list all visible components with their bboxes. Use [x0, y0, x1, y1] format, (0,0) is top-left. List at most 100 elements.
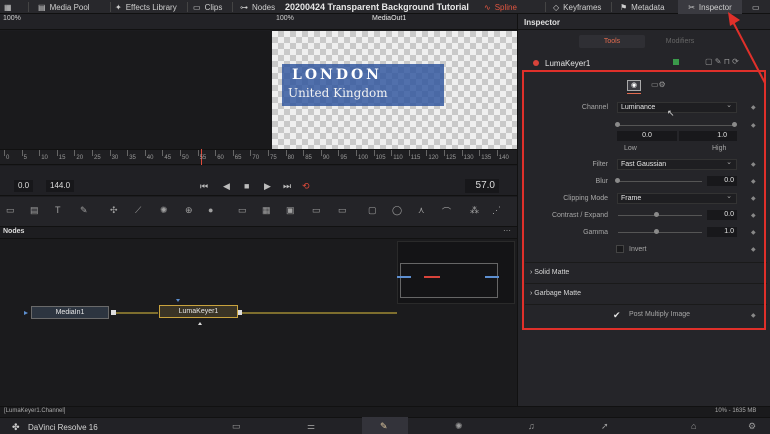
- nodes-button[interactable]: ⊶ Nodes: [240, 0, 275, 14]
- render-start-field[interactable]: 0.0: [14, 180, 34, 192]
- settings-icon[interactable]: ⚙: [748, 421, 756, 432]
- filter-dropdown[interactable]: Fast Gaussian: [617, 158, 737, 170]
- effects-library-button[interactable]: ✦ Effects Library: [115, 0, 177, 14]
- go-to-end-icon[interactable]: ⏭: [283, 181, 291, 192]
- tool-icon[interactable]: ⟋: [135, 205, 141, 216]
- tab-modifiers[interactable]: Modifiers: [647, 35, 713, 48]
- current-frame-field[interactable]: 57.0: [465, 179, 499, 193]
- low-label: Low: [624, 145, 637, 152]
- tool-icon[interactable]: ⋰: [492, 205, 501, 216]
- play-icon[interactable]: ▶: [264, 181, 271, 192]
- ruler-tick-label: 75: [270, 155, 277, 161]
- tool-icon[interactable]: ▭: [312, 205, 321, 216]
- fairlight-page-icon[interactable]: ♫: [528, 421, 535, 431]
- fusion-page-icon[interactable]: ✎: [380, 421, 388, 432]
- node-color-icon[interactable]: [673, 59, 679, 65]
- tool-icon[interactable]: ▦: [262, 205, 271, 216]
- tool-icon[interactable]: ▭: [238, 205, 247, 216]
- solid-matte-section[interactable]: › Solid Matte: [525, 262, 767, 282]
- gamma-knob[interactable]: [654, 229, 659, 234]
- high-value-field[interactable]: 1.0: [679, 131, 737, 141]
- range-high-knob[interactable]: [732, 122, 737, 127]
- cut-page-icon[interactable]: ⚌: [307, 421, 315, 432]
- gamma-keyframe-icon[interactable]: ◆: [751, 229, 756, 236]
- tool-icon[interactable]: ▣: [286, 205, 295, 216]
- filter-keyframe-icon[interactable]: ◆: [751, 161, 756, 168]
- render-end-field[interactable]: 144.0: [46, 180, 75, 192]
- tool-icon[interactable]: ▭: [338, 205, 347, 216]
- invert-checkbox[interactable]: [616, 245, 624, 253]
- stop-icon[interactable]: ■: [244, 181, 249, 191]
- settings-tab-icon[interactable]: ▭⚙: [651, 80, 666, 89]
- spline-button[interactable]: ∿ Spline: [484, 0, 517, 14]
- go-to-start-icon[interactable]: ⏮: [200, 181, 208, 192]
- ruler-tick-label: 130: [463, 155, 474, 161]
- media-pool-button[interactable]: ▤ Media Pool: [38, 0, 90, 14]
- tool-icon[interactable]: T: [55, 205, 61, 215]
- tool-icon[interactable]: ◯: [392, 205, 402, 216]
- clips-button[interactable]: ▭ Clips: [193, 0, 222, 14]
- blur-value-field[interactable]: 0.0: [707, 176, 737, 186]
- status-left-text: [LumaKeyer1.Channel]: [4, 408, 66, 414]
- post-multiply-check-icon[interactable]: ✔: [613, 310, 621, 321]
- zoom-right-select[interactable]: 100%: [276, 15, 294, 22]
- tool-icon[interactable]: ⊕: [185, 205, 193, 216]
- post-multiply-keyframe-icon[interactable]: ◆: [751, 312, 756, 319]
- blur-knob[interactable]: [615, 178, 620, 183]
- tool-icon[interactable]: ●: [208, 205, 213, 215]
- contrast-value-field[interactable]: 0.0: [707, 210, 737, 220]
- tool-icon[interactable]: ⋏: [418, 205, 425, 216]
- ruler-tick-label: 120: [428, 155, 439, 161]
- deliver-page-icon[interactable]: ➚: [601, 421, 609, 432]
- ruler-tick-label: 90: [322, 155, 330, 161]
- contrast-slider[interactable]: [618, 215, 702, 216]
- contrast-knob[interactable]: [654, 212, 659, 217]
- tool-icon[interactable]: ▢: [368, 205, 377, 216]
- garbage-matte-section[interactable]: › Garbage Matte: [525, 283, 767, 303]
- ruler-tick-label: 10: [41, 155, 48, 161]
- tool-icon[interactable]: ✎: [80, 205, 88, 216]
- keyframes-button[interactable]: ◇ Keyframes: [553, 0, 601, 14]
- tool-icon[interactable]: ⁂: [470, 205, 479, 216]
- viewer-subtitle-text: United Kingdom: [288, 86, 388, 100]
- zoom-left-select[interactable]: 100%: [3, 15, 21, 22]
- range-low-knob[interactable]: [615, 122, 620, 127]
- ui-icon[interactable]: ▦: [4, 0, 12, 14]
- navigator-viewport[interactable]: [400, 263, 498, 298]
- tab-tools[interactable]: Tools: [579, 35, 645, 48]
- clipping-mode-dropdown[interactable]: Frame: [617, 192, 737, 204]
- channel-keyframe-icon[interactable]: ◆: [751, 104, 756, 111]
- home-icon[interactable]: ⌂: [691, 421, 696, 431]
- invert-keyframe-icon[interactable]: ◆: [751, 246, 756, 253]
- controls-tab-icon[interactable]: ◉: [627, 80, 641, 91]
- blur-keyframe-icon[interactable]: ◆: [751, 178, 756, 185]
- range-keyframe-icon[interactable]: ◆: [751, 122, 756, 129]
- node-mediain1[interactable]: MediaIn1: [31, 306, 109, 319]
- channel-dropdown[interactable]: Luminance: [617, 101, 737, 113]
- color-page-icon[interactable]: ✺: [455, 421, 463, 432]
- inspector-node-name: LumaKeyer1: [545, 59, 591, 68]
- ruler-tick-label: 0: [6, 155, 10, 161]
- invert-label: Invert: [629, 246, 647, 253]
- blur-slider[interactable]: [618, 181, 702, 182]
- tool-icon[interactable]: ✣: [110, 205, 118, 216]
- tool-icon[interactable]: ✺: [160, 205, 168, 216]
- node-lumakeyer1[interactable]: LumaKeyer1: [159, 305, 238, 318]
- gamma-slider[interactable]: [618, 232, 702, 233]
- nodes-menu-icon[interactable]: ⋯: [503, 226, 511, 235]
- transport-bar: [0, 166, 517, 196]
- gamma-value-field[interactable]: 1.0: [707, 227, 737, 237]
- low-value-field[interactable]: 0.0: [617, 131, 677, 141]
- tool-icon[interactable]: ▭: [6, 205, 15, 216]
- media-page-icon[interactable]: ▭: [232, 421, 241, 432]
- tool-icon[interactable]: ▤: [30, 205, 39, 216]
- loop-icon[interactable]: ⟲: [302, 181, 310, 192]
- tool-icon[interactable]: ⌒: [442, 205, 451, 218]
- range-slider[interactable]: [618, 125, 736, 126]
- metadata-button[interactable]: ⚑ Metadata: [620, 0, 665, 14]
- left-viewer[interactable]: [0, 31, 272, 149]
- play-reverse-icon[interactable]: ◀: [223, 181, 230, 192]
- contrast-keyframe-icon[interactable]: ◆: [751, 212, 756, 219]
- node-enabled-icon[interactable]: [533, 60, 539, 66]
- clipping-keyframe-icon[interactable]: ◆: [751, 195, 756, 202]
